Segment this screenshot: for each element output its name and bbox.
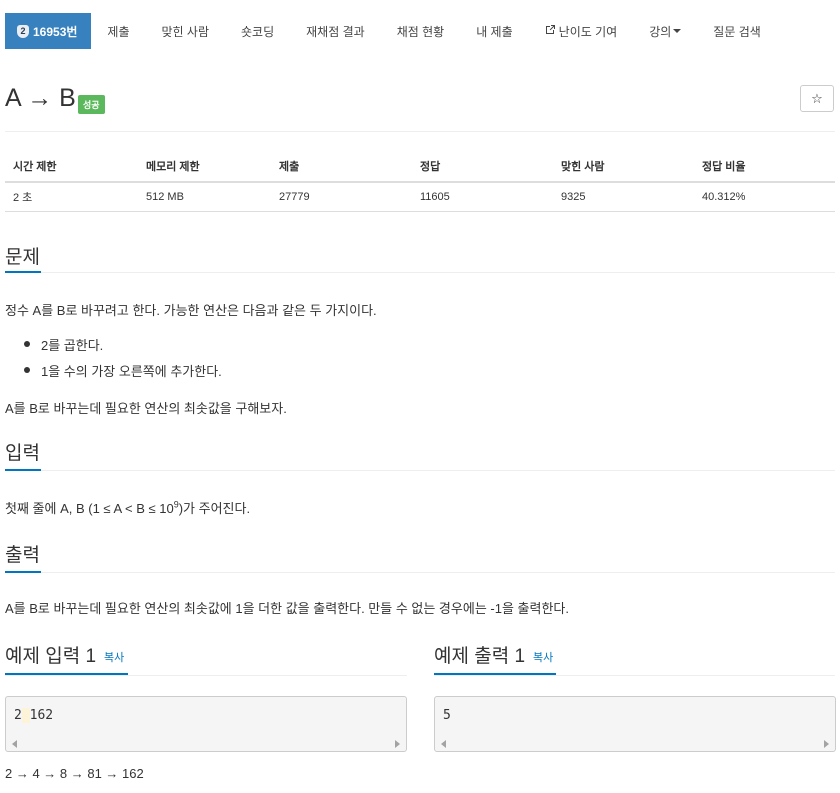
value-accepted: 11605 bbox=[420, 191, 450, 203]
highlighted-space bbox=[21, 708, 30, 723]
horizontal-scrollbar[interactable] bbox=[6, 737, 406, 751]
section-heading-input: 입력 bbox=[5, 443, 40, 464]
nav-difficulty-contribution[interactable]: 난이도 기여 bbox=[529, 13, 634, 49]
bullet-dot bbox=[24, 341, 30, 347]
section-divider bbox=[5, 470, 835, 471]
copy-output-link[interactable]: 복사 bbox=[533, 649, 553, 665]
header-accepted: 정답 bbox=[420, 160, 441, 173]
tier-icon: 2 bbox=[17, 24, 29, 38]
section-accent bbox=[434, 673, 556, 675]
scroll-right-arrow-icon[interactable] bbox=[395, 740, 400, 748]
operation-item: 1을 수의 가장 오른쪽에 추가한다. bbox=[41, 364, 222, 379]
header-solved-users: 맞힌 사람 bbox=[561, 160, 605, 173]
header-accept-ratio: 정답 비율 bbox=[702, 160, 746, 173]
operation-item: 2를 곱한다. bbox=[41, 338, 104, 353]
horizontal-scrollbar[interactable] bbox=[435, 737, 835, 751]
nav-submit[interactable]: 제출 bbox=[91, 13, 145, 49]
example-input-title: 예제 입력 1 bbox=[5, 646, 97, 667]
section-accent bbox=[5, 673, 128, 675]
section-divider bbox=[5, 675, 407, 676]
sample-input-box[interactable]: 2 162 bbox=[5, 696, 407, 752]
sample-output-text: 5 bbox=[443, 708, 451, 723]
difficulty-contribution-label: 난이도 기여 bbox=[558, 24, 618, 39]
problem-goal: A를 B로 바꾸는데 필요한 연산의 최솟값을 구해보자. bbox=[5, 401, 287, 416]
value-accept-ratio: 40.312% bbox=[702, 191, 746, 203]
section-divider bbox=[5, 572, 835, 573]
value-time-limit: 2 초 bbox=[13, 192, 33, 204]
nav-solved-users[interactable]: 맞힌 사람 bbox=[146, 13, 226, 49]
input-text-before: 첫째 줄에 A, B (1 ≤ A < B ≤ 10 bbox=[5, 501, 174, 516]
sample-input-text: 2 162 bbox=[14, 708, 53, 723]
section-divider bbox=[434, 675, 835, 676]
nav-my-submissions[interactable]: 내 제출 bbox=[460, 13, 528, 49]
scroll-right-arrow-icon[interactable] bbox=[824, 740, 829, 748]
example-explanation: 2 → 4 → 8 → 81 → 162 bbox=[5, 766, 144, 781]
star-button[interactable]: ☆ bbox=[800, 85, 834, 112]
problem-nav: 2 16953번 제출 맞힌 사람 숏코딩 재채점 결과 채점 현황 내 제출 … bbox=[5, 13, 777, 49]
section-accent bbox=[5, 271, 41, 273]
nav-question-search[interactable]: 질문 검색 bbox=[697, 13, 777, 49]
lecture-label: 강의 bbox=[649, 24, 672, 39]
nav-judge-status[interactable]: 채점 현황 bbox=[381, 13, 461, 49]
sample-output-box[interactable]: 5 bbox=[434, 696, 836, 752]
section-heading-problem: 문제 bbox=[5, 247, 40, 268]
problem-intro: 정수 A를 B로 바꾸려고 한다. 가능한 연산은 다음과 같은 두 가지이다. bbox=[5, 303, 377, 318]
external-link-icon bbox=[545, 24, 556, 38]
section-heading-output: 출력 bbox=[5, 545, 40, 566]
info-table-row: 2 초 512 MB 27779 11605 9325 40.312% bbox=[5, 183, 835, 212]
problem-title: A → B bbox=[5, 84, 76, 112]
problem-number-label: 16953번 bbox=[33, 24, 78, 39]
star-icon: ☆ bbox=[811, 90, 823, 106]
header-submissions: 제출 bbox=[279, 160, 300, 173]
section-divider bbox=[5, 272, 835, 273]
value-memory-limit: 512 MB bbox=[146, 191, 184, 203]
title-divider bbox=[5, 131, 835, 132]
copy-input-link[interactable]: 복사 bbox=[104, 649, 124, 665]
section-accent bbox=[5, 469, 41, 471]
sample-input-a: 2 bbox=[14, 708, 22, 723]
bullet-dot bbox=[24, 367, 30, 373]
input-description: 첫째 줄에 A, B (1 ≤ A < B ≤ 109)가 주어진다. bbox=[5, 498, 250, 517]
output-description: A를 B로 바꾸는데 필요한 연산의 최솟값에 1을 더한 값을 출력한다. 만… bbox=[5, 601, 569, 616]
value-submissions: 27779 bbox=[279, 191, 310, 203]
scroll-left-arrow-icon[interactable] bbox=[441, 740, 446, 748]
scroll-left-arrow-icon[interactable] bbox=[12, 740, 17, 748]
example-output-title: 예제 출력 1 bbox=[434, 646, 526, 667]
nav-rejudge-results[interactable]: 재채점 결과 bbox=[290, 13, 381, 49]
header-memory-limit: 메모리 제한 bbox=[146, 160, 200, 173]
nav-short-coding[interactable]: 숏코딩 bbox=[225, 13, 290, 49]
nav-lecture-dropdown[interactable]: 강의 bbox=[633, 13, 697, 49]
caret-down-icon bbox=[673, 29, 682, 33]
sample-input-b: 162 bbox=[29, 708, 54, 723]
value-solved-users: 9325 bbox=[561, 191, 586, 203]
status-badge: 성공 bbox=[78, 95, 105, 114]
input-text-after: )가 주어진다. bbox=[178, 501, 251, 516]
info-table-header: 시간 제한 메모리 제한 제출 정답 맞힌 사람 정답 비율 bbox=[5, 150, 835, 183]
nav-problem-number[interactable]: 2 16953번 bbox=[5, 13, 92, 49]
section-accent bbox=[5, 571, 41, 573]
header-time-limit: 시간 제한 bbox=[13, 160, 57, 173]
